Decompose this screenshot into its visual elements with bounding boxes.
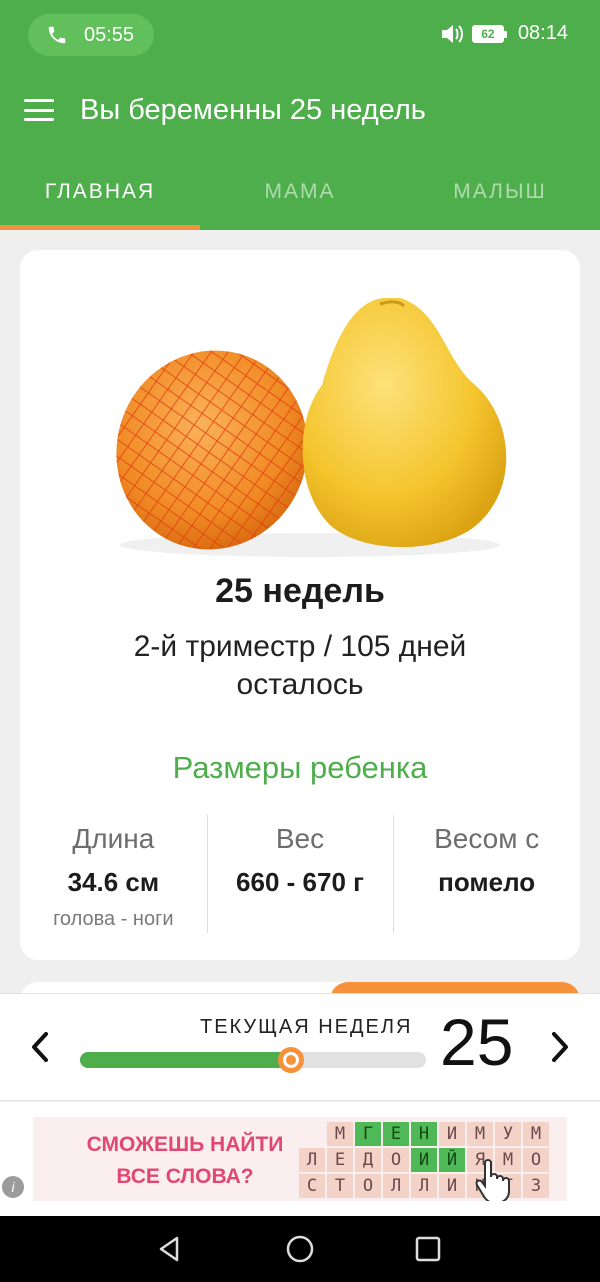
word-grid-cell: Л [299, 1148, 325, 1172]
trimester-info: 2-й триместр / 105 дней осталось [133, 630, 467, 701]
word-grid-cell: Е [383, 1122, 409, 1146]
week-title: 25 недель [215, 572, 385, 610]
home-icon[interactable] [285, 1234, 315, 1264]
word-grid-cell: Г [355, 1122, 381, 1146]
current-week-label: ТЕКУЩАЯ НЕДЕЛЯ [200, 1016, 413, 1038]
pomelo-image [100, 290, 520, 560]
ad-headline: СМОЖЕШЬ НАЙТИ ВСЕ СЛОВА? [55, 1129, 315, 1193]
app-header: Вы беременны 25 недель [0, 70, 600, 150]
hamburger-menu-icon[interactable] [24, 99, 54, 121]
word-grid-cell: Й [439, 1148, 465, 1172]
stat-comparison: Весом с помело [393, 815, 580, 935]
stat-sub: голова - ноги [53, 908, 174, 930]
stat-weight: Вес 660 - 670 г [206, 815, 394, 935]
tab-main[interactable]: ГЛАВНАЯ [0, 158, 200, 230]
stat-label: Длина [72, 823, 155, 854]
stat-value: 660 - 670 г [236, 867, 364, 897]
week-selector: ТЕКУЩАЯ НЕДЕЛЯ 25 [0, 993, 600, 1101]
word-grid-cell: М [467, 1122, 493, 1146]
recents-icon[interactable] [413, 1234, 443, 1264]
battery-level: 62 [481, 26, 495, 41]
word-grid-cell: С [299, 1174, 325, 1198]
back-icon[interactable] [155, 1234, 185, 1264]
stat-value: 34.6 см [67, 867, 160, 897]
stat-label: Вес [275, 823, 325, 854]
battery-icon: 62 [471, 24, 507, 43]
volume-icon [441, 24, 463, 43]
baby-stats: Длина 34.6 см голова - ноги Вес 660 - 67… [20, 815, 580, 935]
word-grid-cell: Л [411, 1174, 437, 1198]
word-grid-cell: О [523, 1148, 549, 1172]
call-duration: 05:55 [84, 23, 135, 46]
week-slider[interactable] [80, 1047, 426, 1073]
word-grid-cell: О [383, 1148, 409, 1172]
tab-mom[interactable]: МАМА [200, 158, 400, 230]
ad-info-icon[interactable]: i [2, 1176, 24, 1198]
system-navigation-bar [0, 1216, 600, 1282]
ad-banner[interactable]: СМОЖЕШЬ НАЙТИ ВСЕ СЛОВА? МГЕНИМУМЛЕДОИЙЯ… [33, 1117, 567, 1201]
word-grid-cell: М [523, 1122, 549, 1146]
word-grid-cell: Е [327, 1148, 353, 1172]
stat-value: помело [438, 867, 536, 897]
baby-sizes-heading: Размеры ребенка [172, 750, 428, 785]
word-grid-cell: Д [355, 1148, 381, 1172]
clock: 08:14 [517, 22, 568, 44]
phone-icon [48, 26, 66, 44]
ad-line-2: ВСЕ СЛОВА? [116, 1165, 254, 1188]
word-grid-cell: И [439, 1174, 465, 1198]
ad-line-1: СМОЖЕШЬ НАЙТИ [86, 1133, 284, 1156]
next-week-arrow-icon[interactable] [540, 1022, 580, 1072]
current-week-number: 25 [440, 1005, 514, 1079]
word-grid-cell: И [439, 1122, 465, 1146]
ongoing-call-pill[interactable]: 05:55 [28, 14, 154, 56]
pointing-hand-icon [475, 1159, 510, 1201]
status-bar: 05:55 62 08:14 [0, 0, 600, 70]
tab-bar: ГЛАВНАЯ МАМА МАЛЫШ [0, 158, 600, 230]
word-grid-cell: Н [411, 1122, 437, 1146]
week-summary-card: 25 недель 2-й триместр / 105 дней остало… [20, 250, 580, 960]
week-slider-fill [80, 1052, 292, 1068]
stat-label: Весом с [434, 823, 540, 854]
week-slider-thumb[interactable] [278, 1047, 305, 1073]
word-grid-cell: М [327, 1122, 353, 1146]
word-grid-cell: И [411, 1148, 437, 1172]
word-grid-cell: У [495, 1122, 521, 1146]
word-grid-row: МГЕНИМУМ [298, 1121, 550, 1147]
page-title: Вы беременны 25 недель [80, 93, 426, 126]
word-grid-cell: З [523, 1174, 549, 1198]
word-grid-cell: О [355, 1174, 381, 1198]
word-grid-cell: Л [383, 1174, 409, 1198]
previous-week-arrow-icon[interactable] [20, 1022, 60, 1072]
ad-container: СМОЖЕШЬ НАЙТИ ВСЕ СЛОВА? МГЕНИМУМЛЕДОИЙЯ… [0, 1102, 600, 1216]
stat-length: Длина 34.6 см голова - ноги [20, 815, 207, 935]
word-grid-cell: Т [327, 1174, 353, 1198]
tab-baby[interactable]: МАЛЫШ [400, 158, 600, 230]
